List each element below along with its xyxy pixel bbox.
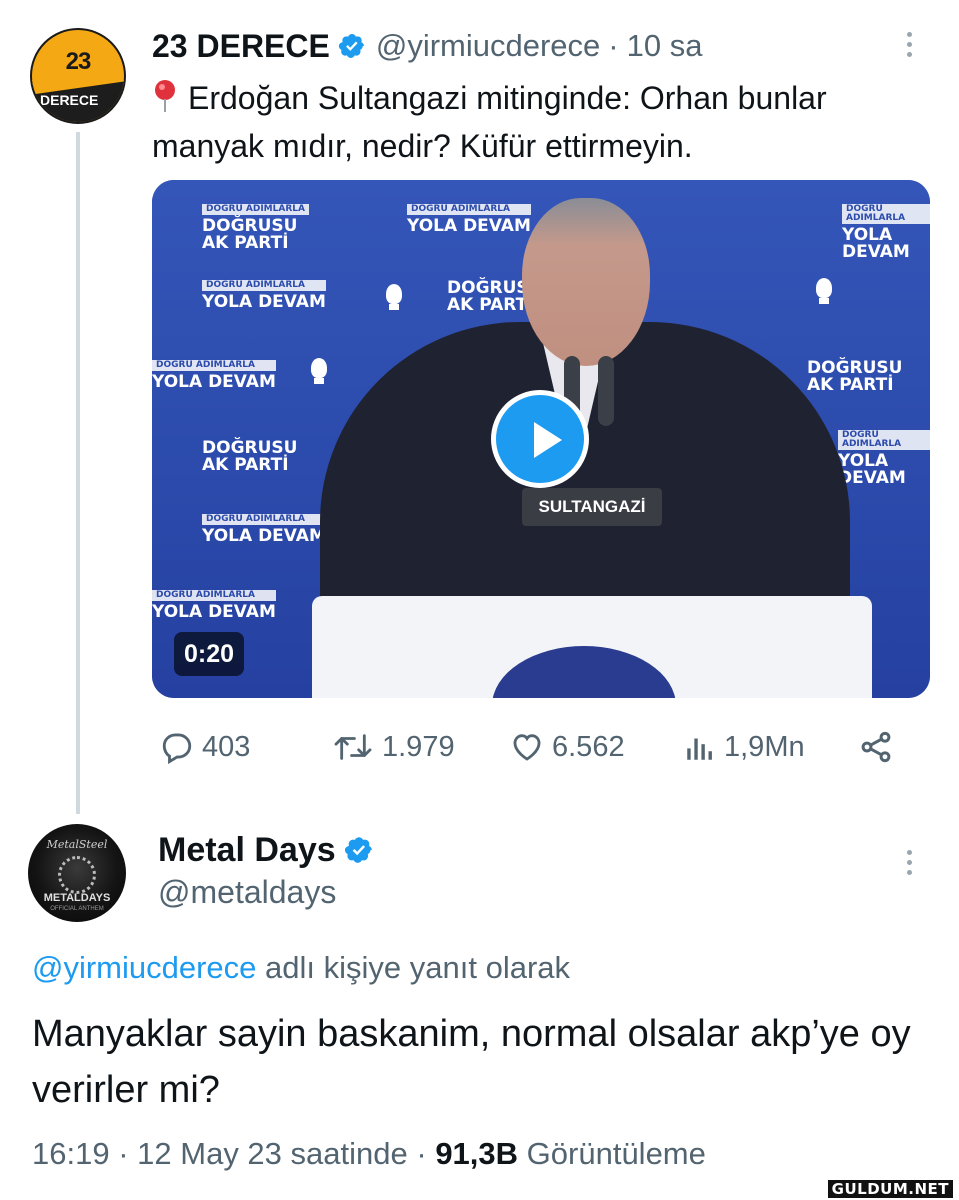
avatar-logo-word: DERECE [40, 92, 99, 108]
bulb-logo-icon [302, 352, 336, 392]
reply-context: @yirmiucderece adlı kişiye yanıt olarak [32, 950, 570, 986]
pin-icon [155, 80, 175, 112]
avatar-23-derece[interactable]: 23 DERECE [30, 28, 126, 124]
banner-sign: DOĞRU ADIMLARLA DOĞRUSU AK PARTİ [202, 204, 309, 252]
views-icon [687, 738, 712, 760]
play-icon [534, 422, 562, 458]
handle[interactable]: @yirmiucderece [376, 28, 600, 64]
bulb-logo-icon [377, 278, 411, 318]
tweet1-body: Erdoğan Sultangazi mitinginde: Orhan bun… [152, 74, 922, 170]
banner-sign: DOĞRUSU AK PARTİ [807, 358, 903, 395]
reply-mention-link[interactable]: @yirmiucderece [32, 950, 256, 985]
tweet2-meta: 16:19 · 12 May 23 saatinde · 91,3B Görün… [32, 1136, 706, 1172]
site-watermark: GULDUM.NET [827, 1180, 953, 1198]
more-options-icon[interactable] [905, 850, 913, 880]
video-player[interactable]: DOĞRU ADIMLARLA DOĞRUSU AK PARTİ DOĞRU ADI… [152, 180, 930, 698]
banner-sign: DOĞRU ADIMLARLA YOLA DEVAM [152, 590, 276, 622]
thread-connector-line [76, 132, 80, 814]
podium-label: SULTANGAZİ [522, 488, 662, 526]
share-icon [861, 731, 891, 763]
tweet-date[interactable]: 12 May 23 saatinde [137, 1136, 408, 1171]
verified-badge-icon [344, 837, 372, 863]
timestamp[interactable]: 10 sa [627, 28, 703, 64]
play-button[interactable] [491, 390, 589, 488]
video-duration: 0:20 [174, 632, 245, 676]
bulb-logo-icon [807, 272, 841, 312]
views-count: 1,9Mn [724, 730, 805, 763]
banner-sign: DOĞRU ADIMLARLA YOLA DEVAM [202, 280, 326, 312]
reply-context-label: adlı kişiye yanıt olarak [256, 950, 571, 985]
views-label: Görüntüleme [526, 1136, 706, 1171]
like-icon [513, 734, 541, 761]
banner-sign: DOĞRU ADIMLARLA YOLA DEVAM [407, 204, 531, 236]
tweet2-header: Metal Days [158, 828, 384, 872]
tweet1-action-bar: 403 1.979 6.562 1,9Mn [152, 722, 912, 772]
avatar-metal-days[interactable]: MetalSteel METALDAYS OFFICIAL ANTHEM [28, 824, 126, 922]
banner-sign: DOĞRU ADIMLARLA YOLA DEVAM [838, 430, 930, 487]
tweet-time[interactable]: 16:19 [32, 1136, 110, 1171]
reply-count: 403 [202, 730, 251, 763]
more-options-icon[interactable] [905, 32, 913, 62]
like-button[interactable]: 6.562 [508, 722, 625, 772]
microphone [598, 356, 614, 426]
banner-sign: DOĞRU ADIMLARLA YOLA DEVAM [842, 204, 930, 261]
reply-icon [162, 733, 192, 764]
views-count: 91,3B [435, 1136, 519, 1171]
handle[interactable]: @metaldays [158, 874, 336, 911]
reply-button[interactable]: 403 [158, 722, 250, 772]
like-count: 6.562 [552, 730, 625, 763]
banner-sign: DOĞRU ADIMLARLA YOLA DEVAM [152, 360, 276, 392]
retweet-count: 1.979 [382, 730, 455, 763]
views-button[interactable]: 1,9Mn [682, 722, 805, 772]
avatar-logo-number: 23 [65, 48, 92, 75]
display-name[interactable]: 23 DERECE [152, 28, 330, 65]
avatar-logo-word: METALDAYS [43, 892, 111, 904]
retweet-button[interactable]: 1.979 [330, 722, 455, 772]
display-name[interactable]: Metal Days [158, 831, 336, 870]
avatar-logo-top: MetalSteel [46, 838, 108, 851]
retweet-icon [334, 734, 372, 760]
separator-dot: · [416, 1136, 427, 1171]
share-button[interactable] [856, 722, 902, 772]
banner-sign: DOĞRUSU AK PARTİ [202, 438, 298, 475]
tweet2-text: Manyaklar sayin baskanim, normal olsalar… [32, 1013, 911, 1111]
banner-sign: DOĞRU ADIMLARLA YOLA DEVAM [202, 514, 326, 546]
tweet1-header: 23 DERECE @yirmiucderece · 10 sa [152, 26, 702, 66]
avatar-logo-sub: OFFICIAL ANTHEM [50, 906, 104, 912]
separator-dot: · [118, 1136, 129, 1171]
verified-badge-icon [338, 34, 364, 58]
separator-dot: · [608, 28, 619, 63]
tweet1-text: Erdoğan Sultangazi mitinginde: Orhan bun… [152, 80, 827, 164]
